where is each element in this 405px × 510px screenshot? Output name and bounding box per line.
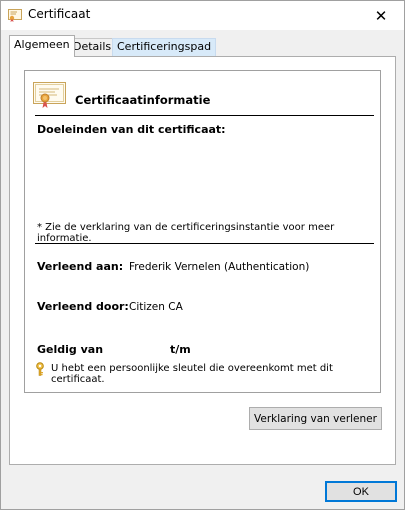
valid-to-label: t/m <box>170 343 191 356</box>
tab-general[interactable]: Algemeen <box>9 35 75 57</box>
tab-panel-general: Certificaatinformatie Doeleinden van dit… <box>9 56 396 465</box>
certificate-icon <box>33 82 66 108</box>
issuer-statement-button[interactable]: Verklaring van verlener <box>249 407 382 430</box>
authority-note: * Zie de verklaring van de certificering… <box>37 222 335 244</box>
title-bar[interactable]: Certificaat ✕ <box>1 1 404 30</box>
certificate-dialog: Certificaat ✕ Algemeen Details Certifice… <box>0 0 405 510</box>
divider <box>35 243 374 244</box>
certificate-info-box: Certificaatinformatie Doeleinden van dit… <box>24 70 381 393</box>
purposes-label: Doeleinden van dit certificaat: <box>37 123 226 136</box>
tab-strip: Algemeen Details Certificeringspad <box>1 30 404 57</box>
issued-to-value: Frederik Vernelen (Authentication) <box>129 261 310 273</box>
valid-from-label: Geldig van <box>37 343 104 356</box>
ok-button[interactable]: OK <box>325 481 397 502</box>
issued-by-value: Citizen CA <box>129 301 183 313</box>
tab-certification-path[interactable]: Certificeringspad <box>112 38 217 56</box>
close-button[interactable]: ✕ <box>358 1 404 30</box>
tab-details[interactable]: Details <box>68 38 117 56</box>
certificate-heading: Certificaatinformatie <box>75 93 211 107</box>
close-icon: ✕ <box>374 6 388 25</box>
key-icon <box>36 362 44 376</box>
private-key-note: U hebt een persoonlijke sleutel die over… <box>51 363 333 385</box>
certificate-icon <box>8 9 22 22</box>
divider <box>35 115 374 116</box>
issued-to-label: Verleend aan: <box>37 260 124 273</box>
issued-by-label: Verleend door: <box>37 300 129 313</box>
window-title: Certificaat <box>28 7 91 21</box>
